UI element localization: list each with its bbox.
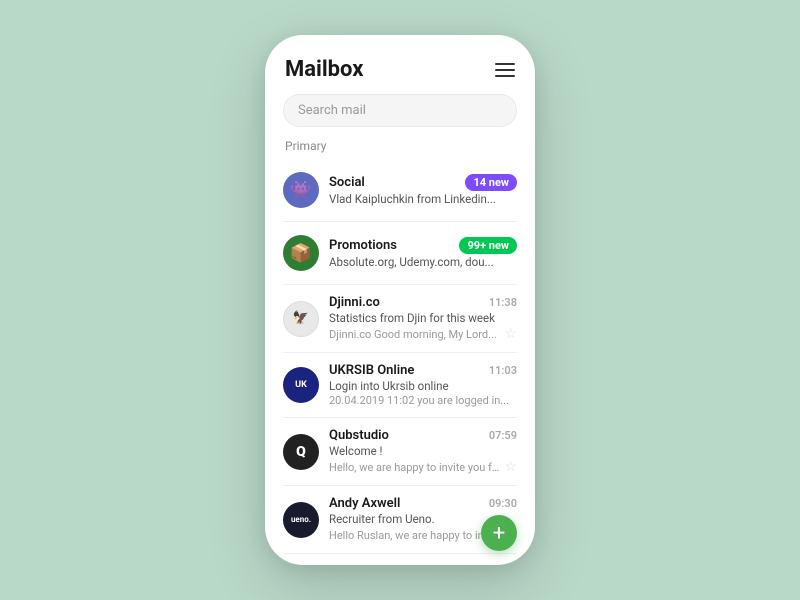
section-label-primary: Primary [265,137,535,159]
search-input[interactable]: Search mail [283,94,517,127]
star-icon[interactable]: ☆ [504,459,517,475]
email-sender: Promotions 99+ new [329,237,517,254]
email-subject: Welcome ! [329,444,517,458]
star-icon[interactable]: ☆ [504,326,517,342]
list-item[interactable]: 📦 Promotions 99+ new Absolute.org, Udemy… [265,222,535,284]
email-content: Djinni.co 11:38 Statistics from Djin for… [329,295,517,342]
email-sender: monobank 10:38 [329,564,517,565]
email-subject: Statistics from Djin for this week [329,311,517,325]
email-content: Qubstudio 07:59 Welcome ! Hello, we are … [329,428,517,475]
page-title: Mailbox [285,57,363,82]
email-sender: UKRSIB Online 11:03 [329,363,517,378]
email-preview: Djinni.co Good morning, My Lord... ☆ [329,326,517,342]
phone-container: Mailbox Search mail Primary 👾 Social 14 … [265,35,535,565]
list-item[interactable]: Q Qubstudio 07:59 Welcome ! Hello, we ar… [265,418,535,485]
new-badge: 14 new [465,174,517,191]
list-item[interactable]: UK UKRSIB Online 11:03 Login into Ukrsib… [265,353,535,417]
email-time: 09:30 [489,497,517,510]
compose-icon: + [493,521,505,546]
email-content: monobank 10:38 Transfer from monobank Yo… [329,564,517,565]
email-content: UKRSIB Online 11:03 Login into Ukrsib on… [329,363,517,407]
menu-icon[interactable] [495,63,515,77]
compose-button[interactable]: + [481,515,517,551]
list-item[interactable]: 🦅 Djinni.co 11:38 Statistics from Djin f… [265,285,535,352]
list-item[interactable]: mono monobank 10:38 Transfer from monoba… [265,554,535,565]
email-list: 👾 Social 14 new Vlad Kaipluchkin from Li… [265,159,535,565]
email-sender: Andy Axwell 09:30 [329,496,517,511]
email-time: 11:03 [489,364,517,377]
email-time: 07:59 [489,429,517,442]
email-sender: Qubstudio 07:59 [329,428,517,443]
email-subject: Absolute.org, Udemy.com, dou... [329,255,517,269]
avatar: Q [283,434,319,470]
email-time: 11:38 [489,296,517,309]
avatar: UK [283,367,319,403]
new-badge: 99+ new [459,237,517,254]
email-subject: Vlad Kaipluchkin from Linkedin... [329,192,517,206]
email-content: Promotions 99+ new Absolute.org, Udemy.c… [329,237,517,269]
email-preview: Hello, we are happy to invite you for to… [329,459,517,475]
avatar: 🦅 [283,301,319,337]
avatar: ueno. [283,502,319,538]
email-sender: Social 14 new [329,174,517,191]
email-sender: Djinni.co 11:38 [329,295,517,310]
search-placeholder: Search mail [298,103,366,118]
email-content: Social 14 new Vlad Kaipluchkin from Link… [329,174,517,206]
email-subject: Login into Ukrsib online [329,379,517,393]
avatar: 📦 [283,235,319,271]
list-item[interactable]: 👾 Social 14 new Vlad Kaipluchkin from Li… [265,159,535,221]
header: Mailbox [265,47,535,90]
email-preview: 20.04.2019 11:02 you are logged in... [329,394,517,407]
avatar: 👾 [283,172,319,208]
phone-screen: Mailbox Search mail Primary 👾 Social 14 … [265,35,535,565]
